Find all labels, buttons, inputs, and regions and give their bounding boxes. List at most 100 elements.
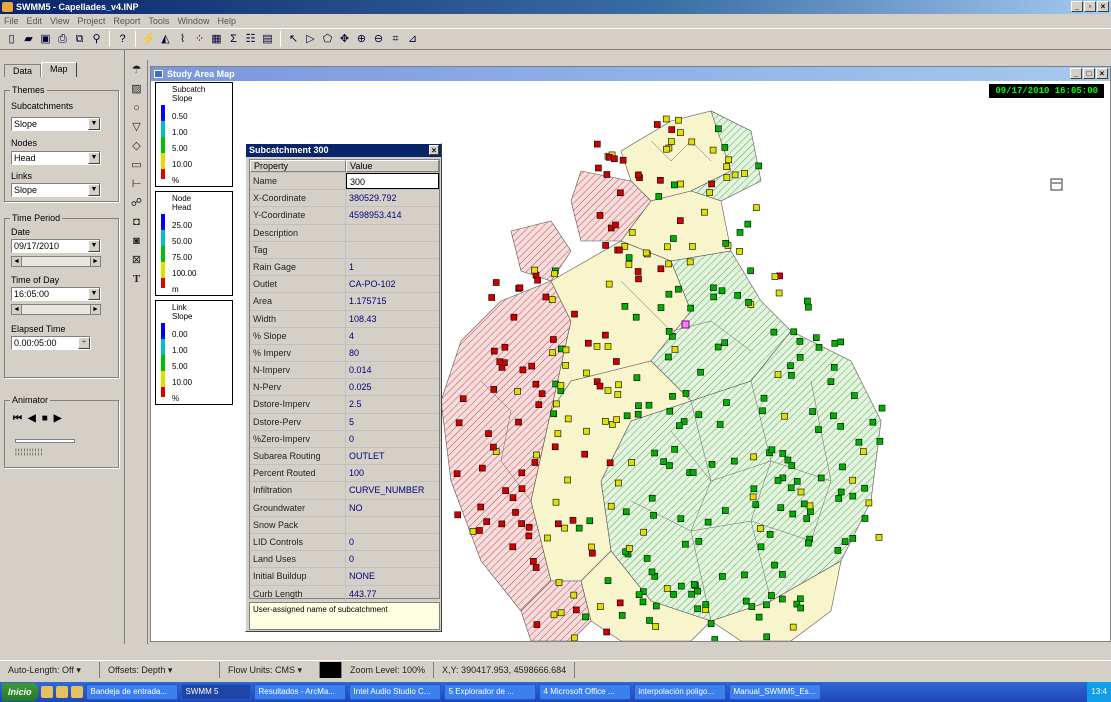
node-marker[interactable] (755, 613, 763, 621)
property-row[interactable]: Infiltration CURVE_NUMBER (250, 482, 439, 500)
property-row[interactable]: Description (250, 224, 439, 242)
node-marker[interactable] (557, 382, 565, 389)
property-row[interactable]: Dstore-Perv 5 (250, 413, 439, 431)
node-marker[interactable] (554, 520, 562, 528)
node-marker[interactable] (839, 463, 846, 471)
node-marker[interactable] (670, 181, 678, 189)
node-marker[interactable] (532, 564, 540, 571)
map-close-button[interactable]: × (1096, 68, 1108, 79)
node-marker[interactable] (562, 346, 570, 354)
node-marker[interactable] (675, 422, 683, 430)
node-marker[interactable] (552, 400, 560, 408)
node-marker[interactable] (477, 503, 485, 511)
node-marker[interactable] (635, 402, 642, 410)
node-marker[interactable] (797, 604, 805, 612)
node-marker[interactable] (663, 145, 670, 153)
property-value[interactable]: 0.025 (346, 379, 439, 395)
play-back-icon[interactable]: ◀ (28, 413, 36, 424)
node-marker[interactable] (668, 126, 676, 133)
node-marker[interactable] (834, 547, 842, 554)
taskbar-button[interactable]: interpolación poligo... (633, 684, 726, 700)
quick-launch-icon[interactable] (55, 686, 68, 698)
node-marker[interactable] (584, 339, 592, 347)
node-marker[interactable] (837, 488, 845, 496)
node-marker[interactable] (550, 410, 558, 418)
property-row[interactable]: N-Imperv 0.014 (250, 362, 439, 380)
node-marker[interactable] (748, 603, 756, 610)
restore-button[interactable]: ▫ (1084, 1, 1096, 12)
node-marker[interactable] (666, 407, 674, 415)
node-marker[interactable] (588, 543, 595, 551)
node-marker[interactable] (606, 459, 614, 467)
node-marker[interactable] (804, 297, 811, 305)
node-marker[interactable] (551, 443, 559, 451)
node-marker[interactable] (518, 485, 526, 493)
node-marker[interactable] (723, 163, 730, 170)
node-marker[interactable] (643, 555, 651, 562)
node-marker[interactable] (688, 138, 696, 146)
node-marker[interactable] (478, 464, 486, 472)
property-value[interactable]: 100 (346, 465, 439, 481)
node-marker[interactable] (719, 573, 726, 580)
node-marker[interactable] (790, 328, 798, 336)
node-marker[interactable] (665, 290, 673, 298)
node-marker[interactable] (721, 507, 729, 514)
node-marker[interactable] (625, 544, 633, 552)
node-marker[interactable] (498, 520, 506, 528)
node-marker[interactable] (708, 460, 716, 468)
rain-gage-icon[interactable]: ☂ (128, 61, 146, 79)
property-row[interactable]: LID Controls 0 (250, 533, 439, 552)
subcatchment-area[interactable] (510, 220, 572, 282)
node-marker[interactable] (562, 361, 569, 369)
node-marker[interactable] (646, 617, 653, 624)
node-marker[interactable] (779, 450, 787, 457)
node-marker[interactable] (736, 248, 743, 255)
zoom-in-icon[interactable]: ⊕ (354, 32, 369, 47)
node-marker[interactable] (657, 304, 665, 311)
node-marker[interactable] (655, 193, 663, 200)
statistics-icon[interactable]: Σ (226, 32, 241, 47)
node-marker[interactable] (849, 476, 856, 484)
node-marker[interactable] (841, 538, 849, 545)
elapsed-time-field[interactable]: 0.00:05:00 ÷ (11, 336, 91, 350)
node-marker[interactable] (778, 595, 786, 603)
node-marker[interactable] (701, 208, 708, 216)
full-extent-icon[interactable]: ⌗ (388, 32, 403, 47)
node-marker[interactable] (806, 502, 814, 510)
node-marker[interactable] (796, 337, 804, 345)
property-row[interactable]: Area 1.175715 (250, 293, 439, 311)
node-marker[interactable] (633, 374, 641, 382)
property-value[interactable]: 0 (346, 534, 439, 550)
node-marker[interactable] (548, 296, 556, 303)
node-marker[interactable] (677, 582, 685, 590)
node-marker[interactable] (611, 155, 618, 163)
minimize-button[interactable]: _ (1071, 1, 1083, 12)
node-marker[interactable] (687, 304, 695, 312)
property-value[interactable]: 1.175715 (346, 293, 439, 309)
node-marker[interactable] (771, 273, 779, 280)
play-forward-icon[interactable]: ▶ (54, 413, 62, 424)
taskbar-button[interactable]: Resultados - ArcMa... (253, 684, 346, 700)
stop-icon[interactable]: ■ (42, 413, 48, 424)
node-marker[interactable] (602, 331, 609, 339)
node-marker[interactable] (628, 459, 636, 466)
node-marker[interactable] (671, 445, 678, 453)
property-table[interactable]: Property Value Name 300 X-Coordinate 380529… (249, 159, 440, 603)
property-value[interactable] (346, 242, 439, 258)
node-marker[interactable] (570, 591, 578, 599)
node-marker[interactable] (496, 358, 504, 366)
node-marker[interactable] (710, 284, 717, 292)
menu-item-help[interactable]: Help (217, 14, 236, 28)
node-marker[interactable] (635, 591, 643, 599)
chevron-down-icon[interactable]: ▼ (88, 288, 100, 300)
node-marker[interactable] (851, 392, 858, 399)
node-marker[interactable] (581, 450, 589, 458)
node-marker[interactable] (757, 525, 764, 532)
property-row[interactable]: Percent Routed 100 (250, 465, 439, 483)
node-marker[interactable] (747, 267, 754, 275)
property-value[interactable]: CURVE_NUMBER (346, 482, 439, 498)
node-marker[interactable] (485, 430, 492, 437)
node-marker[interactable] (797, 488, 805, 496)
node-marker[interactable] (625, 254, 633, 261)
node-marker[interactable] (688, 590, 695, 598)
